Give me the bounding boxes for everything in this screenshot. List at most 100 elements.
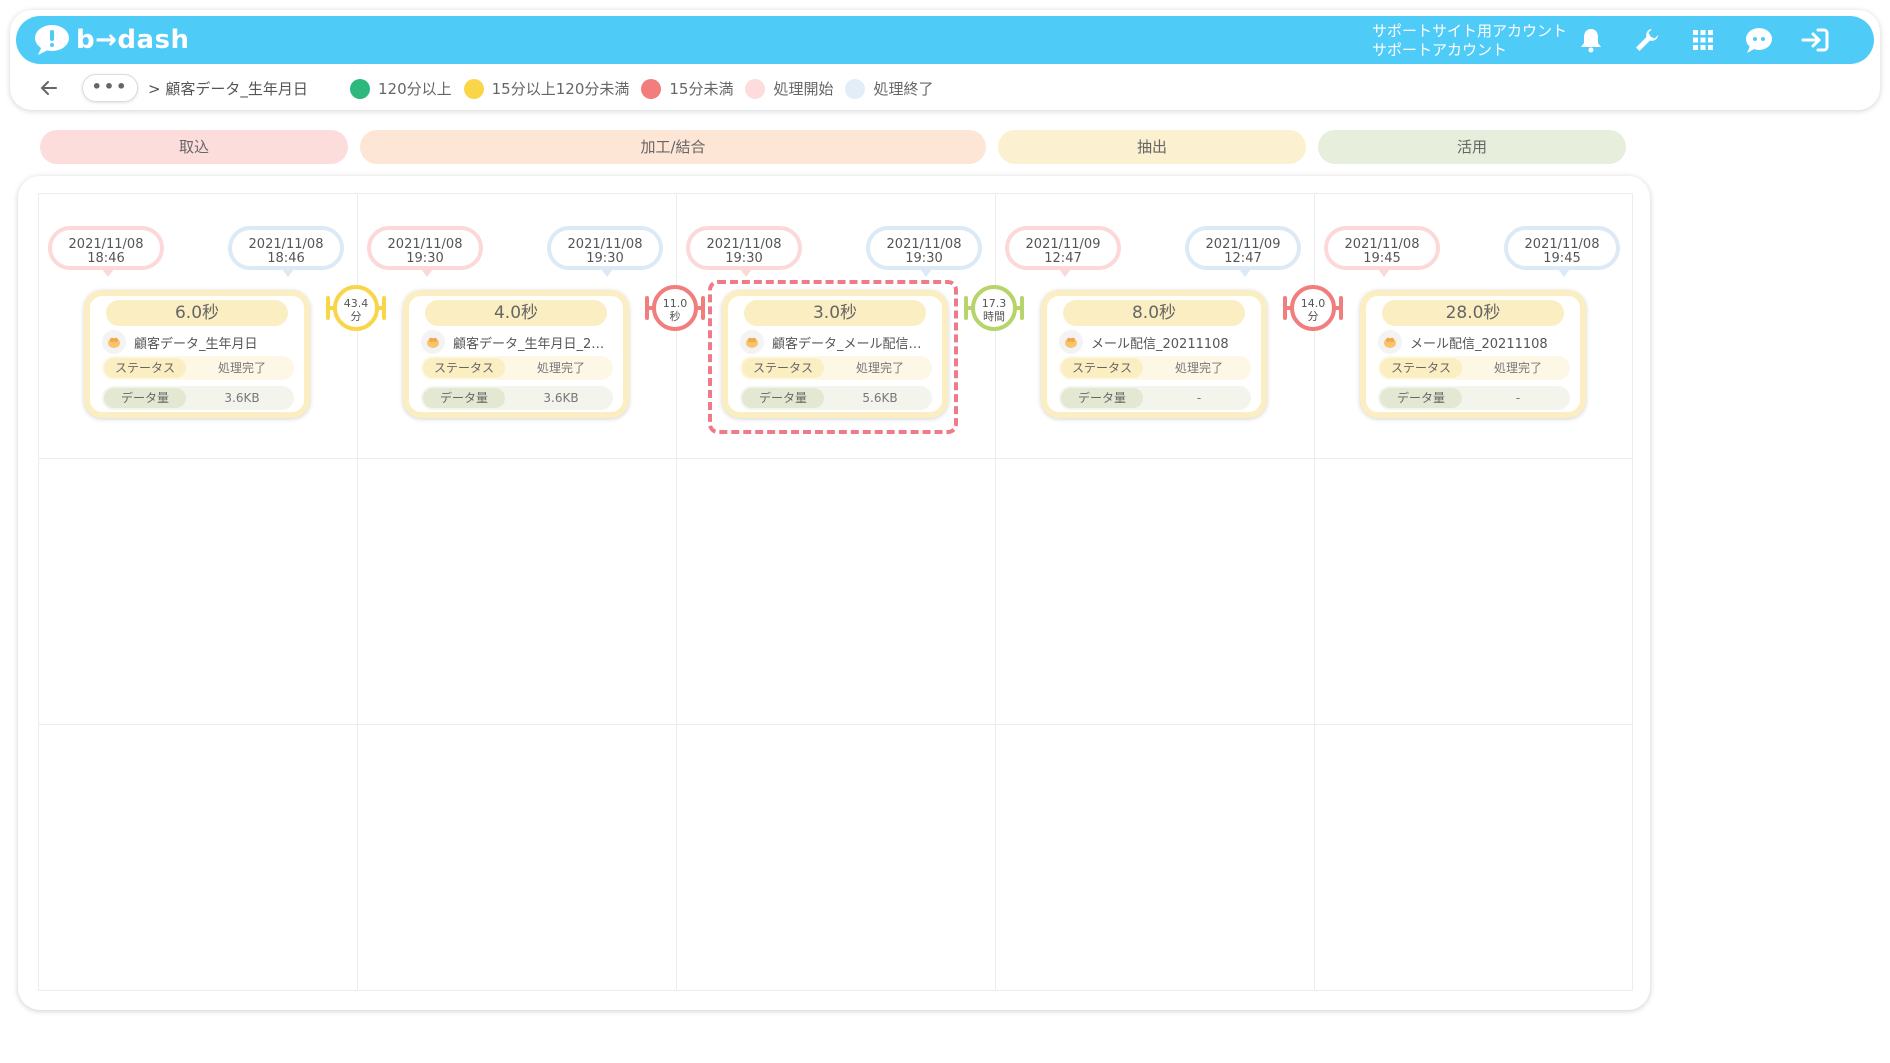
legend-dot	[463, 78, 484, 99]
job-status-label: ステータス	[423, 358, 505, 378]
job-status-value: 処理完了	[1174, 361, 1223, 375]
help-bot-icon[interactable]	[1742, 24, 1776, 56]
grid-line	[38, 193, 1633, 194]
interval-badge: 14.0 分	[1290, 285, 1336, 331]
connector-cap	[1283, 296, 1287, 320]
job-card[interactable]: 8.0秒メール配信_20211108 ステータス 処理完了データ量 -	[1041, 290, 1267, 418]
job-status-value: 処理完了	[855, 361, 904, 375]
connector-cap	[645, 296, 649, 320]
phase-import[interactable]: 取込	[40, 130, 348, 164]
bell-icon[interactable]	[1574, 24, 1608, 56]
end-timestamp: 2021/11/08 18:46	[228, 226, 344, 277]
header-bar: b→dash サポートサイト用アカウント サポートアカウント	[16, 16, 1874, 64]
job-name-row: 顧客データ_メール配信…	[740, 330, 936, 354]
grid-icon[interactable]	[1686, 24, 1720, 56]
account-info[interactable]: サポートサイト用アカウント サポートアカウント	[1372, 22, 1567, 60]
job-size-label: データ量	[423, 388, 505, 408]
back-arrow-icon[interactable]	[38, 78, 60, 98]
start-time: 12:47	[1044, 251, 1082, 266]
legend-dot	[641, 78, 662, 99]
phase-label: 加工/結合	[640, 138, 706, 156]
legend-item: 処理開始	[745, 78, 833, 99]
start-date: 2021/11/08	[68, 237, 144, 252]
job-size-row: データ量 3.6KB	[102, 386, 294, 410]
start-date: 2021/11/08	[706, 237, 782, 252]
start-date: 2021/11/08	[1344, 237, 1420, 252]
end-time: 19:30	[905, 251, 943, 266]
end-date: 2021/11/08	[248, 237, 324, 252]
job-name-row: メール配信_20211108	[1378, 330, 1574, 354]
start-timestamp: 2021/11/08 19:30	[686, 226, 802, 277]
legend-label: 処理開始	[773, 80, 834, 98]
logout-icon[interactable]	[1798, 24, 1832, 56]
job-duration: 6.0秒	[106, 300, 288, 326]
account-organization: サポートサイト用アカウント	[1372, 22, 1568, 40]
job-size-label: データ量	[1061, 388, 1143, 408]
job-card[interactable]: 6.0秒顧客データ_生年月日ステータス 処理完了 データ量 3.6KB	[84, 290, 310, 418]
job-size-row: データ量 3.6KB	[421, 386, 613, 410]
end-date: 2021/11/09	[1205, 237, 1281, 252]
interval-value: 11.0	[662, 297, 688, 310]
job-duration: 3.0秒	[744, 300, 926, 326]
job-name-row: メール配信_20211108	[1059, 330, 1255, 354]
interval-unit: 秒	[669, 310, 681, 323]
legend-dot	[745, 78, 766, 99]
interval-unit: 分	[1307, 310, 1319, 323]
interval-value: 17.3	[981, 297, 1007, 310]
job-status-row: ステータス 処理完了	[102, 356, 294, 380]
end-date: 2021/11/08	[1524, 237, 1600, 252]
end-date: 2021/11/08	[886, 237, 962, 252]
start-time: 19:30	[406, 251, 444, 266]
job-size-label: データ量	[1380, 388, 1462, 408]
grid-line	[38, 990, 1633, 991]
connector-cap	[326, 296, 330, 320]
job-status-label: ステータス	[104, 358, 186, 378]
job-size-row: データ量 -	[1059, 386, 1251, 410]
end-time: 18:46	[267, 251, 305, 266]
legend-label: 処理終了	[873, 80, 934, 98]
wrench-icon[interactable]	[1630, 24, 1664, 56]
job-size-value: 3.6KB	[543, 391, 579, 405]
job-size-value: 5.6KB	[862, 391, 898, 405]
start-time: 18:46	[87, 251, 125, 266]
job-status-value: 処理完了	[536, 361, 585, 375]
interval-badge: 11.0 秒	[652, 285, 698, 331]
job-size-row: データ量 -	[1378, 386, 1570, 410]
grid-line	[38, 458, 1633, 459]
phase-label: 取込	[178, 138, 209, 156]
phase-label: 抽出	[1136, 138, 1167, 156]
interval-value: 14.0	[1300, 297, 1326, 310]
grid-line	[38, 193, 39, 991]
logo-text: b→dash	[76, 25, 190, 55]
end-timestamp: 2021/11/09 12:47	[1185, 226, 1301, 277]
job-type-icon	[740, 330, 764, 354]
job-card[interactable]: 28.0秒 メール配信_20211108 ステータス 処理完了 データ量 -	[1360, 290, 1586, 418]
end-date: 2021/11/08	[567, 237, 643, 252]
interval-unit: 分	[350, 310, 362, 323]
job-size-row: データ量 5.6KB	[740, 386, 932, 410]
interval-value: 43.4	[343, 297, 369, 310]
job-size-value: -	[1196, 391, 1202, 405]
legend: 120分以上 15分以上120分未満 15分未満 処理開始 処理終了	[350, 78, 945, 99]
job-name: 顧客データ_生年月日	[134, 336, 258, 352]
job-card[interactable]: 4.0秒 顧客データ_生年月日_2… ステータス 処理完了 データ量 3.6KB	[403, 290, 629, 418]
legend-dot	[350, 78, 370, 99]
legend-item: 15分未満	[641, 78, 733, 99]
breadcrumb-more-button[interactable]: •••	[82, 74, 138, 102]
job-name: メール配信_20211108	[1091, 336, 1229, 352]
legend-item: 処理終了	[845, 78, 933, 99]
job-duration: 8.0秒	[1063, 300, 1245, 326]
phase-utilize[interactable]: 活用	[1318, 130, 1626, 164]
job-status-label: ステータス	[1380, 358, 1462, 378]
phase-process-merge[interactable]: 加工/結合	[360, 130, 986, 164]
logo[interactable]: b→dash	[34, 24, 190, 56]
job-status-label: ステータス	[1061, 358, 1143, 378]
job-name: 顧客データ_メール配信…	[772, 336, 922, 352]
job-status-row: ステータス 処理完了	[1378, 356, 1570, 380]
job-status-row: ステータス 処理完了	[1059, 356, 1251, 380]
job-name-row: 顧客データ_生年月日	[102, 330, 298, 354]
interval-connector: 17.3 時間	[964, 285, 1024, 339]
legend-label: 15分以上120分未満	[491, 80, 630, 98]
job-card[interactable]: 3.0秒 顧客データ_メール配信… ステータス 処理完了 データ量 5.6KB	[722, 290, 948, 418]
phase-extract[interactable]: 抽出	[998, 130, 1306, 164]
